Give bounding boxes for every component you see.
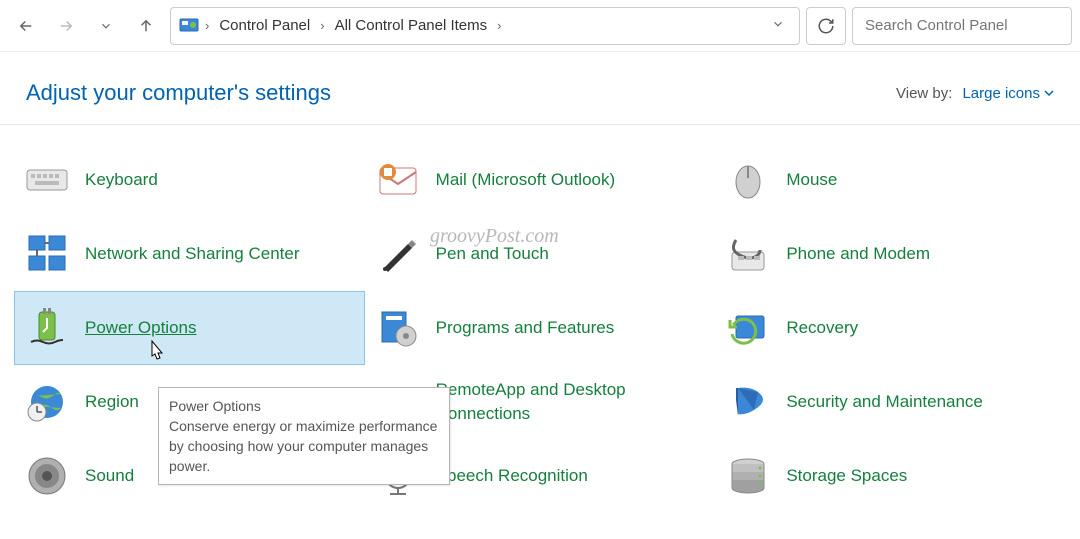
cursor-icon <box>146 339 168 368</box>
arrow-left-icon <box>17 17 35 35</box>
storage-icon <box>726 454 770 498</box>
item-label: Storage Spaces <box>786 464 907 488</box>
arrow-up-icon <box>137 17 155 35</box>
back-button[interactable] <box>8 8 44 44</box>
recent-button[interactable] <box>88 8 124 44</box>
item-label: Sound <box>85 464 134 488</box>
recovery-icon <box>726 306 770 350</box>
item-label: Pen and Touch <box>436 242 549 266</box>
breadcrumb-item[interactable]: Control Panel <box>215 15 314 36</box>
view-by-selector[interactable]: Large icons <box>962 85 1054 102</box>
chevron-down-icon <box>771 17 785 31</box>
control-panel-item-mouse[interactable]: Mouse <box>715 143 1066 217</box>
chevron-down-icon <box>99 19 113 33</box>
control-panel-item-storage[interactable]: Storage Spaces <box>715 439 1066 513</box>
control-panel-item-phone[interactable]: Phone and Modem <box>715 217 1066 291</box>
toolbar: › Control Panel › All Control Panel Item… <box>0 0 1080 52</box>
control-panel-item-power[interactable]: Power Options <box>14 291 365 365</box>
breadcrumb-item[interactable]: All Control Panel Items <box>331 15 492 36</box>
chevron-right-icon: › <box>318 18 326 33</box>
dropdown-caret-icon <box>1044 88 1054 98</box>
control-panel-item-keyboard[interactable]: Keyboard <box>14 143 365 217</box>
tooltip: Power Options Conserve energy or maximiz… <box>158 387 450 485</box>
control-panel-item-mail[interactable]: Mail (Microsoft Outlook) <box>365 143 716 217</box>
item-label: Network and Sharing Center <box>85 242 300 266</box>
keyboard-icon <box>25 158 69 202</box>
control-panel-item-programs[interactable]: Programs and Features <box>365 291 716 365</box>
network-icon <box>25 232 69 276</box>
item-label: RemoteApp and Desktop Connections <box>436 378 696 426</box>
refresh-button[interactable] <box>806 7 846 45</box>
nav-buttons <box>8 8 164 44</box>
chevron-right-icon: › <box>203 18 211 33</box>
forward-button[interactable] <box>48 8 84 44</box>
search-input[interactable] <box>852 7 1072 45</box>
item-label: Phone and Modem <box>786 242 930 266</box>
item-label: Region <box>85 390 139 414</box>
item-label: Mail (Microsoft Outlook) <box>436 168 615 192</box>
item-label: Security and Maintenance <box>786 390 983 414</box>
address-history-button[interactable] <box>765 13 791 38</box>
pen-icon <box>376 232 420 276</box>
region-icon <box>25 380 69 424</box>
control-panel-item-security[interactable]: Security and Maintenance <box>715 365 1066 439</box>
page-header: Adjust your computer's settings View by:… <box>0 52 1080 125</box>
control-panel-item-pen[interactable]: Pen and Touch <box>365 217 716 291</box>
view-by-label: View by: <box>896 85 952 102</box>
programs-icon <box>376 306 420 350</box>
item-label: Keyboard <box>85 168 158 192</box>
mouse-icon <box>726 158 770 202</box>
refresh-icon <box>817 17 835 35</box>
tooltip-title: Power Options <box>169 396 439 416</box>
address-bar[interactable]: › Control Panel › All Control Panel Item… <box>170 7 800 45</box>
item-label: Recovery <box>786 316 858 340</box>
view-by: View by: Large icons <box>896 85 1054 102</box>
item-label: Mouse <box>786 168 837 192</box>
control-panel-icon <box>179 16 199 36</box>
items-area: groovyPost.com KeyboardMail (Microsoft O… <box>0 125 1080 531</box>
tooltip-body: Conserve energy or maximize performance … <box>169 416 439 476</box>
power-icon <box>25 306 69 350</box>
control-panel-item-recovery[interactable]: Recovery <box>715 291 1066 365</box>
page-title: Adjust your computer's settings <box>26 80 331 106</box>
phone-icon <box>726 232 770 276</box>
view-by-value: Large icons <box>962 85 1040 102</box>
item-label: Speech Recognition <box>436 464 588 488</box>
security-icon <box>726 380 770 424</box>
mail-icon <box>376 158 420 202</box>
arrow-right-icon <box>57 17 75 35</box>
up-button[interactable] <box>128 8 164 44</box>
chevron-right-icon: › <box>495 18 503 33</box>
item-label: Programs and Features <box>436 316 615 340</box>
sound-icon <box>25 454 69 498</box>
item-label: Power Options <box>85 316 197 340</box>
control-panel-item-network[interactable]: Network and Sharing Center <box>14 217 365 291</box>
